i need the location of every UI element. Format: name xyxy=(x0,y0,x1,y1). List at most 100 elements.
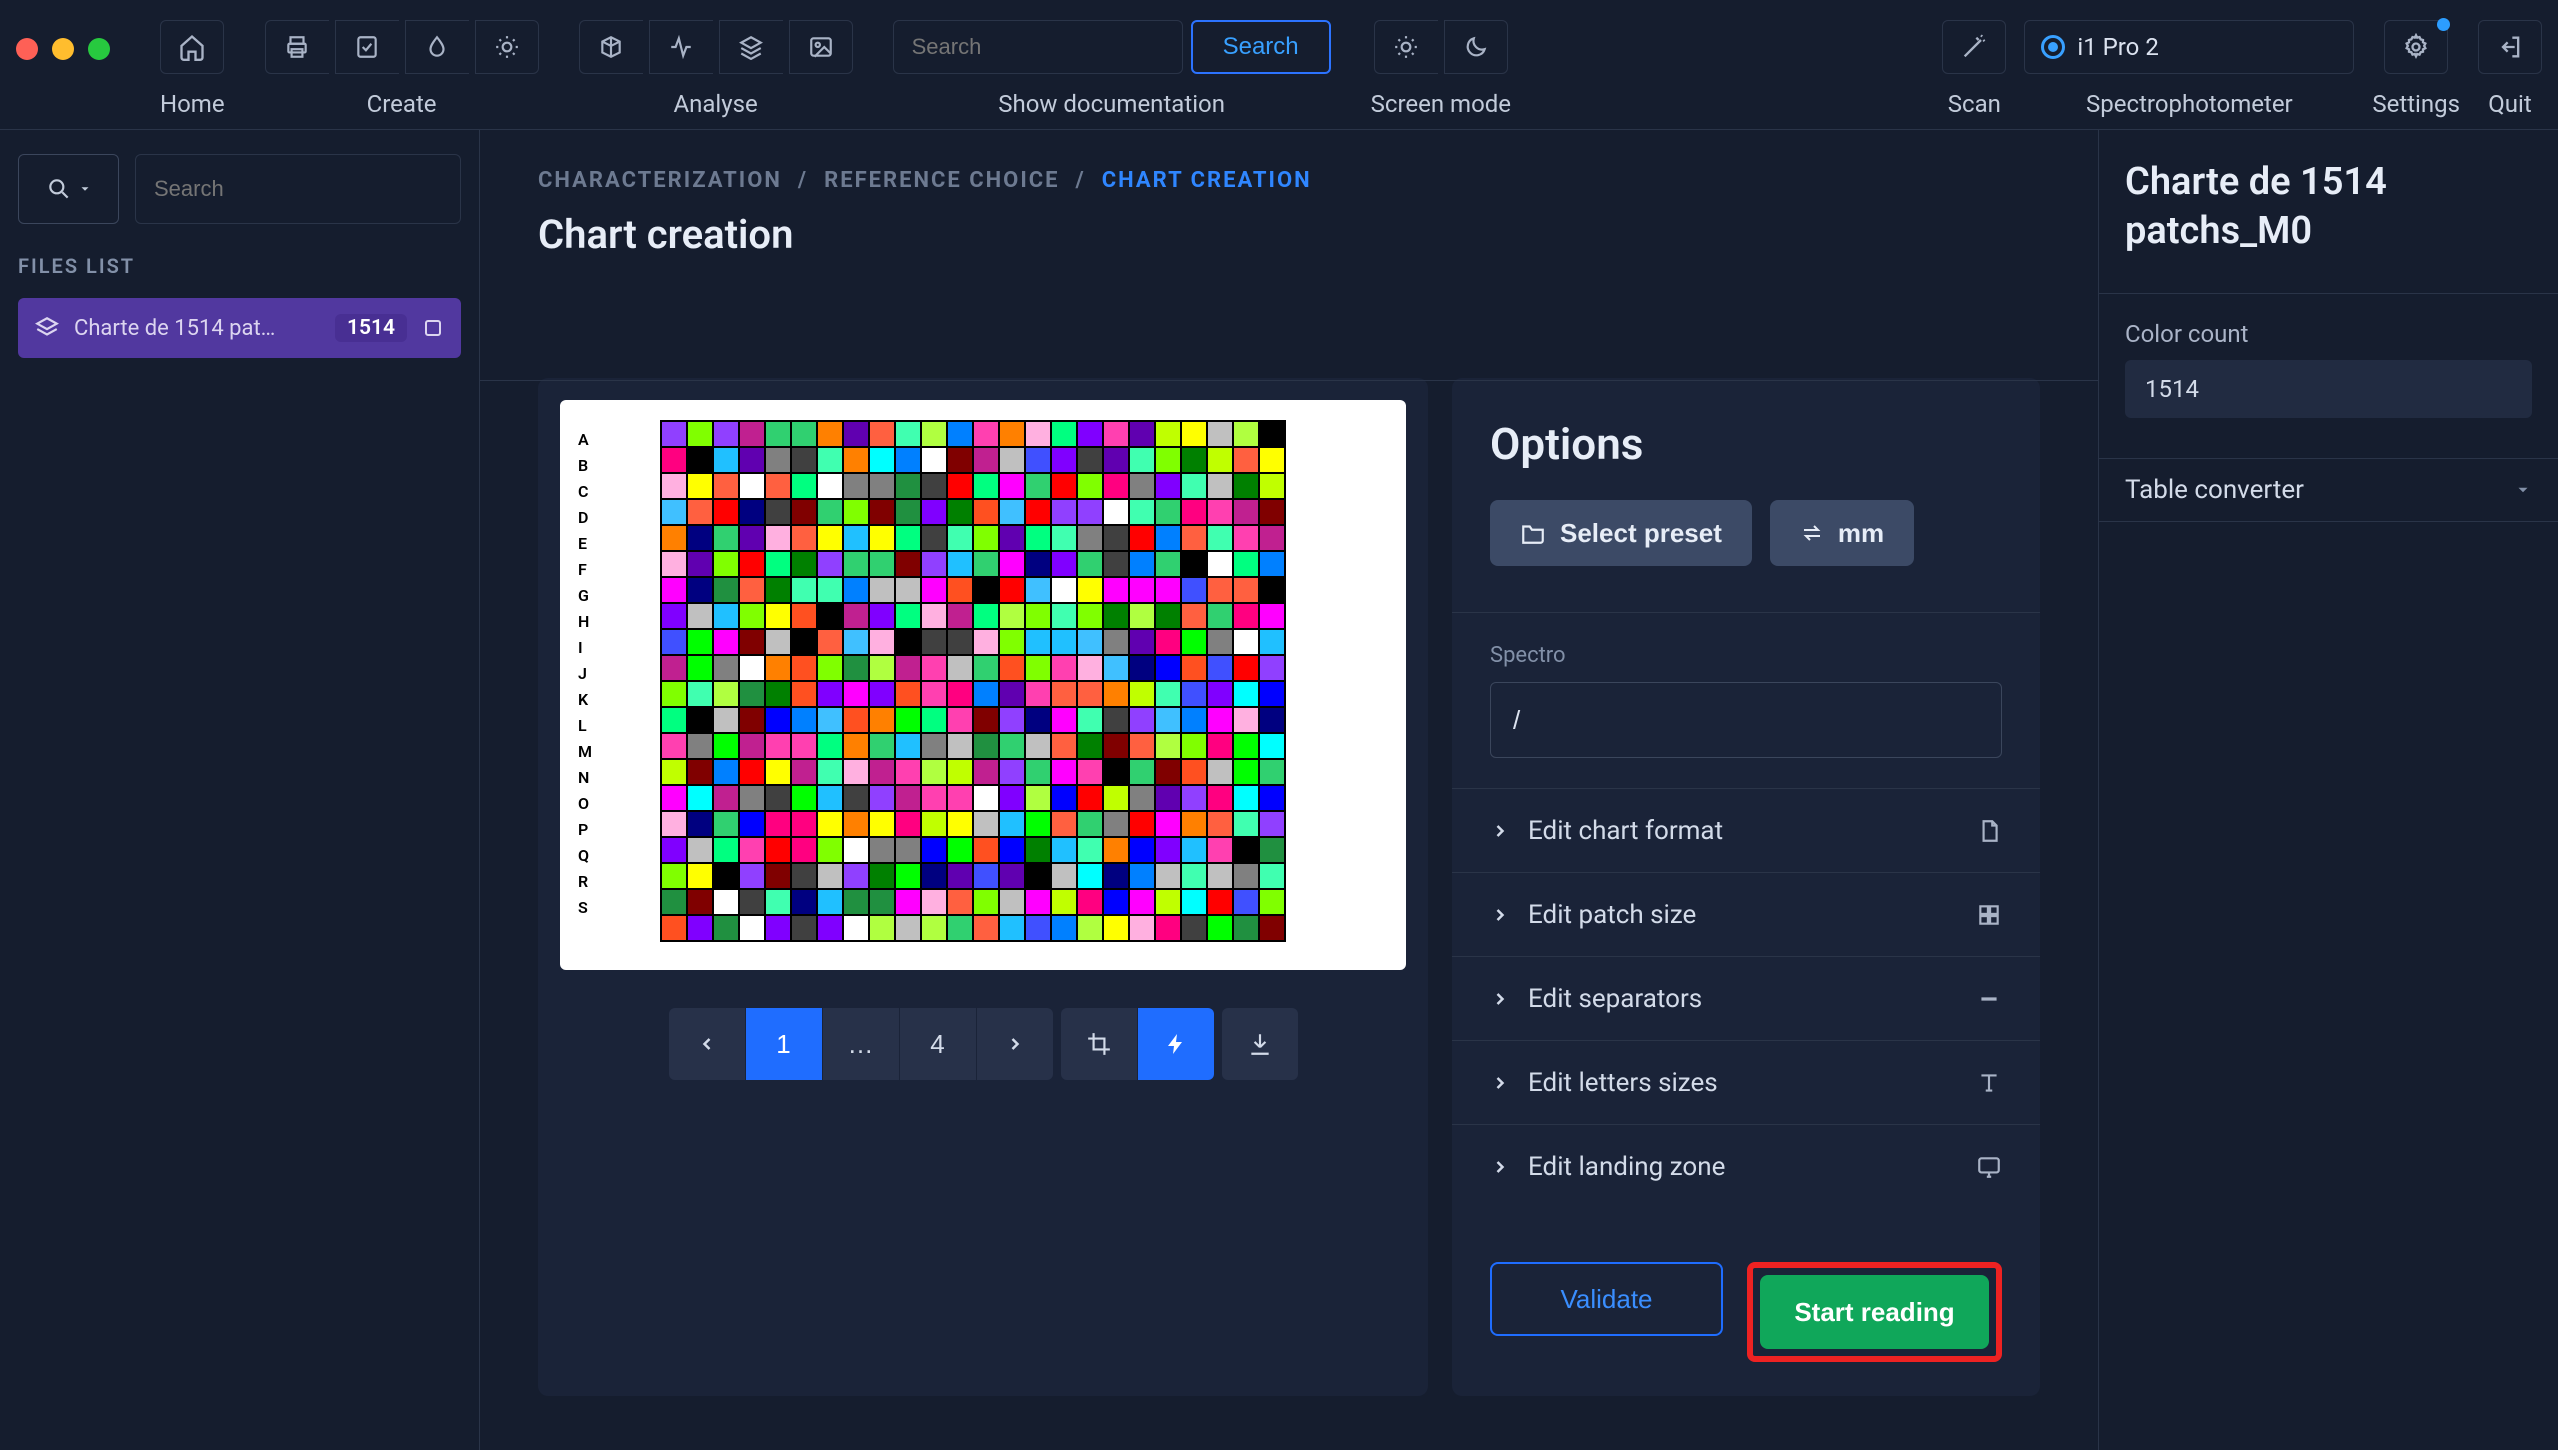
unit-toggle-button[interactable]: mm xyxy=(1770,500,1914,566)
acc-edit-chart-format[interactable]: Edit chart format xyxy=(1452,788,2040,872)
chart-patch xyxy=(1025,707,1051,733)
chart-patch xyxy=(1259,421,1285,447)
sidebar-search-input[interactable] xyxy=(135,154,461,224)
minimize-window-icon[interactable] xyxy=(52,38,74,60)
chart-patch xyxy=(1051,499,1077,525)
chart-patch xyxy=(687,733,713,759)
chart-patch xyxy=(1103,655,1129,681)
curve-button[interactable] xyxy=(649,20,713,74)
chart-patch xyxy=(999,915,1025,941)
chart-patch xyxy=(1259,733,1285,759)
chart-patch xyxy=(1077,603,1103,629)
chart-patch xyxy=(1155,733,1181,759)
chart-patch xyxy=(1103,525,1129,551)
chart-patch xyxy=(713,473,739,499)
chart-patch xyxy=(817,499,843,525)
search-input-top[interactable] xyxy=(893,20,1183,74)
crumb-chart-creation[interactable]: CHART CREATION xyxy=(1102,168,1312,193)
chart-patch xyxy=(999,421,1025,447)
ink-button[interactable] xyxy=(405,20,469,74)
highlight-box: Start reading xyxy=(1747,1262,2002,1362)
chart-patch xyxy=(687,447,713,473)
swap-icon xyxy=(1800,521,1824,545)
chart-patch xyxy=(1181,889,1207,915)
chart-patch xyxy=(1103,707,1129,733)
chart-patch xyxy=(1025,785,1051,811)
scan-button[interactable] xyxy=(1942,20,2006,74)
layers-button[interactable] xyxy=(719,20,783,74)
chart-patch xyxy=(1259,681,1285,707)
wand-icon xyxy=(1960,33,1988,61)
chart-patch xyxy=(1233,577,1259,603)
spectrophotometer-select[interactable]: i1 Pro 2 xyxy=(2024,20,2354,74)
acc-edit-landing-zone[interactable]: Edit landing zone xyxy=(1452,1124,2040,1208)
image-button[interactable] xyxy=(789,20,853,74)
chart-patch xyxy=(1077,499,1103,525)
chart-patch xyxy=(843,629,869,655)
acc-edit-separators[interactable]: Edit separators xyxy=(1452,956,2040,1040)
chart-patch xyxy=(791,655,817,681)
start-reading-button[interactable]: Start reading xyxy=(1760,1275,1989,1349)
chart-patch xyxy=(1181,759,1207,785)
crumb-reference-choice[interactable]: REFERENCE CHOICE xyxy=(824,168,1059,193)
light-mode-button[interactable] xyxy=(1374,20,1438,74)
chart-patch xyxy=(973,681,999,707)
chart-patch xyxy=(947,655,973,681)
print-button[interactable] xyxy=(265,20,329,74)
chart-patch xyxy=(791,889,817,915)
home-button[interactable] xyxy=(160,20,224,74)
chart-patch xyxy=(1103,629,1129,655)
dark-mode-button[interactable] xyxy=(1444,20,1508,74)
pager-page-1[interactable]: 1 xyxy=(746,1008,822,1080)
chart-patch xyxy=(869,863,895,889)
settings-button[interactable] xyxy=(2384,20,2448,74)
chart-patch xyxy=(999,577,1025,603)
chart-patch xyxy=(947,759,973,785)
flash-button[interactable] xyxy=(1138,1008,1214,1080)
chart-patch xyxy=(1207,863,1233,889)
select-preset-button[interactable]: Select preset xyxy=(1490,500,1752,566)
chart-patch xyxy=(973,421,999,447)
download-button[interactable] xyxy=(1222,1008,1298,1080)
chart-patch xyxy=(1233,837,1259,863)
chart-patch xyxy=(765,811,791,837)
chart-patch xyxy=(1051,577,1077,603)
table-converter-toggle[interactable]: Table converter xyxy=(2099,458,2558,522)
chart-patch xyxy=(1233,707,1259,733)
chart-patch xyxy=(713,863,739,889)
filter-button[interactable] xyxy=(18,154,119,224)
acc-edit-letters-sizes[interactable]: Edit letters sizes xyxy=(1452,1040,2040,1124)
chart-patch xyxy=(1025,759,1051,785)
close-window-icon[interactable] xyxy=(16,38,38,60)
chart-patch xyxy=(1025,837,1051,863)
chart-patch xyxy=(765,473,791,499)
pager-page-4[interactable]: 4 xyxy=(900,1008,976,1080)
crumb-characterization[interactable]: CHARACTERIZATION xyxy=(538,168,782,193)
pager-ellipsis[interactable]: … xyxy=(823,1008,899,1080)
chart-patch xyxy=(999,733,1025,759)
chart-patch xyxy=(1155,629,1181,655)
chart-patch xyxy=(1129,629,1155,655)
chart-patch xyxy=(947,447,973,473)
spectro-field[interactable] xyxy=(1490,682,2002,758)
pager-next[interactable] xyxy=(977,1008,1053,1080)
file-item[interactable]: Charte de 1514 pat… 1514 xyxy=(18,298,461,358)
chart-patch xyxy=(1129,421,1155,447)
chart-patch xyxy=(661,525,687,551)
maximize-window-icon[interactable] xyxy=(88,38,110,60)
light-button[interactable] xyxy=(475,20,539,74)
chart-patch xyxy=(765,499,791,525)
image-icon xyxy=(808,34,834,60)
acc-edit-patch-size[interactable]: Edit patch size xyxy=(1452,872,2040,956)
cube-button[interactable] xyxy=(579,20,643,74)
chart-patch xyxy=(1259,811,1285,837)
crop-button[interactable] xyxy=(1061,1008,1137,1080)
check-doc-button[interactable] xyxy=(335,20,399,74)
pager-prev[interactable] xyxy=(669,1008,745,1080)
chart-patch xyxy=(661,733,687,759)
chart-patch xyxy=(1207,707,1233,733)
quit-button[interactable] xyxy=(2478,20,2542,74)
search-button-top[interactable]: Search xyxy=(1191,20,1331,74)
chart-patch xyxy=(1129,707,1155,733)
validate-button[interactable]: Validate xyxy=(1490,1262,1723,1336)
